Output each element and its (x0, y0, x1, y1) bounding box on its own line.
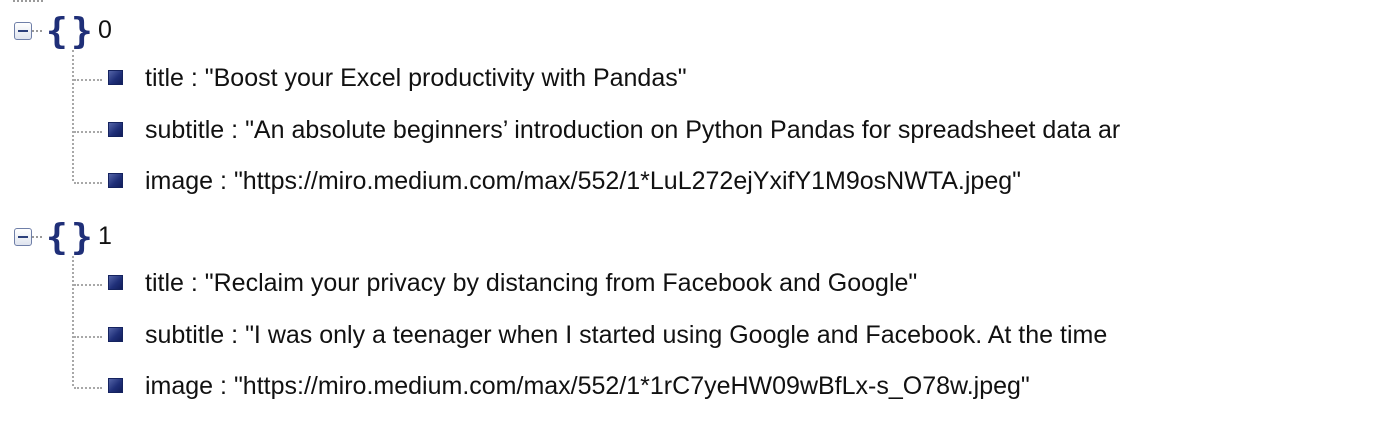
tree-leaf-title[interactable]: title : "Reclaim your privacy by distanc… (0, 259, 1400, 311)
tree-leaf-image[interactable]: image : "https://miro.medium.com/max/552… (0, 362, 1400, 414)
tree-leaf-image[interactable]: image : "https://miro.medium.com/max/552… (0, 157, 1400, 209)
json-tree-viewer: { } 0 title : "Boost your Excel producti… (0, 0, 1400, 443)
node-key: 0 (98, 16, 112, 44)
property-separator: : (213, 167, 234, 195)
property-square-icon (108, 327, 123, 342)
tree-connector (74, 387, 102, 389)
object-braces-icon: { } (46, 11, 93, 50)
property-square-icon (108, 122, 123, 137)
tree-node-1[interactable]: { } 1 (0, 206, 1400, 256)
property-name: image (145, 372, 214, 400)
property-name: subtitle (145, 321, 225, 349)
node-key: 1 (98, 222, 112, 250)
svg-text:}: } (71, 11, 93, 50)
property-separator: : (213, 372, 234, 400)
property-value: "Reclaim your privacy by distancing from… (204, 269, 918, 297)
property-name: title (145, 269, 184, 297)
property-separator: : (224, 321, 246, 349)
property-value: "https://miro.medium.com/max/552/1*1rC7y… (233, 372, 1030, 400)
tree-node-0[interactable]: { } 0 (0, 0, 1400, 50)
tree-connector (74, 284, 102, 286)
tree-connector (74, 131, 102, 133)
tree-connector (32, 30, 42, 32)
property-square-icon (108, 275, 123, 290)
property-name: image (145, 167, 214, 195)
property-value: "Boost your Excel productivity with Pand… (204, 64, 687, 92)
svg-text:{: { (46, 11, 68, 50)
tree-leaf-subtitle[interactable]: subtitle : "I was only a teenager when I… (0, 311, 1400, 363)
property-value: "An absolute beginners’ introduction on … (245, 116, 1121, 144)
property-square-icon (108, 173, 123, 188)
property-value: "https://miro.medium.com/max/552/1*LuL27… (233, 167, 1021, 195)
tree-leaf-subtitle[interactable]: subtitle : "An absolute beginners’ intro… (0, 106, 1400, 158)
tree-connector (74, 182, 102, 184)
svg-text:}: } (71, 217, 93, 256)
tree-connector (74, 336, 102, 338)
property-name: subtitle (145, 116, 225, 144)
collapse-toggle-icon[interactable] (14, 22, 32, 40)
tree-connector (32, 236, 42, 238)
property-square-icon (108, 70, 123, 85)
property-separator: : (224, 116, 246, 144)
tree-connector (74, 79, 102, 81)
property-name: title (145, 64, 184, 92)
object-braces-icon: { } (46, 217, 93, 256)
property-value: "I was only a teenager when I started us… (245, 321, 1108, 349)
tree-leaf-title[interactable]: title : "Boost your Excel productivity w… (0, 54, 1400, 106)
property-square-icon (108, 378, 123, 393)
svg-text:{: { (46, 217, 68, 256)
collapse-toggle-icon[interactable] (14, 228, 32, 246)
property-separator: : (183, 269, 205, 297)
property-separator: : (183, 64, 205, 92)
